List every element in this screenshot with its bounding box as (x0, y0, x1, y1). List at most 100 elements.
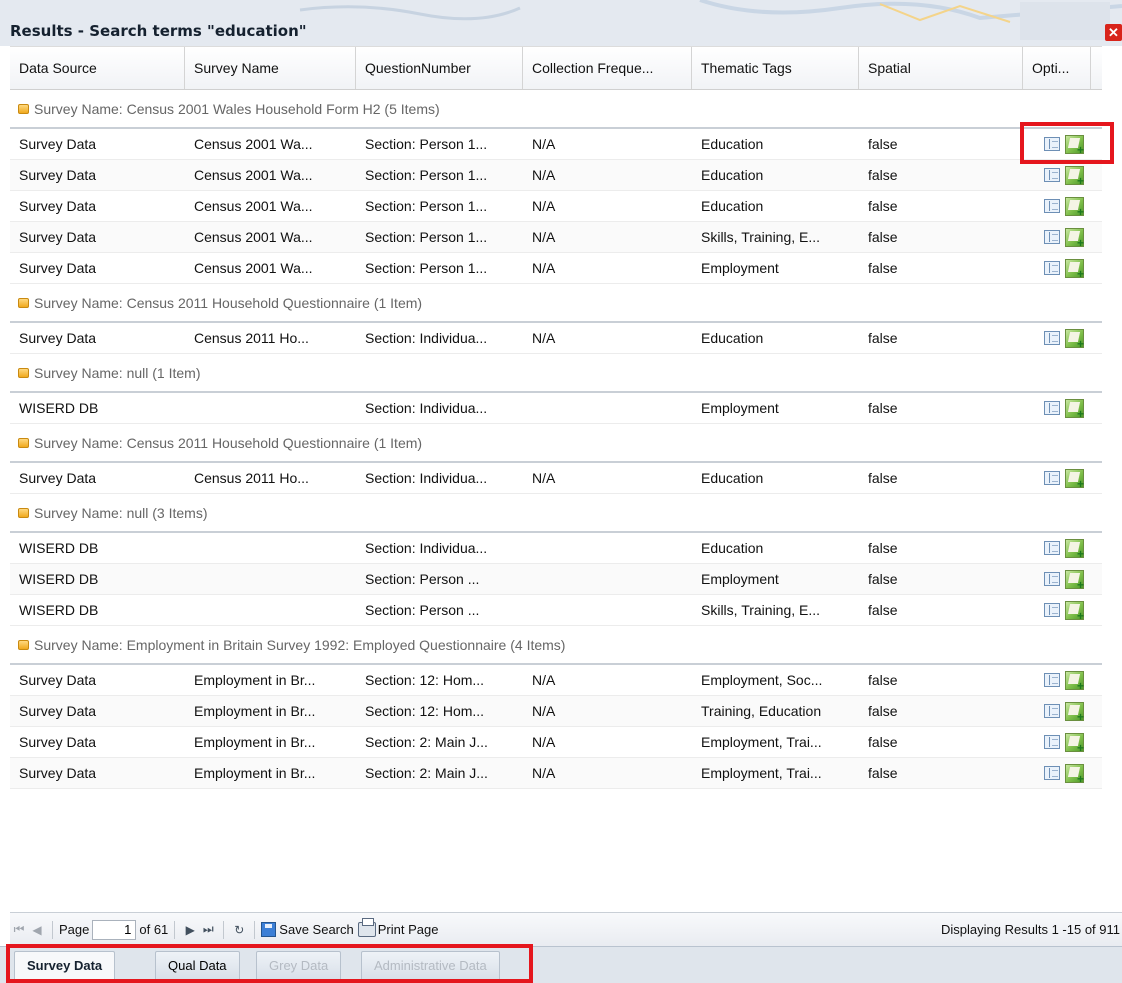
group-header[interactable]: Survey Name: null (1 Item) (10, 354, 1102, 393)
column-header[interactable]: Opti... (1023, 47, 1091, 89)
table-row[interactable]: Survey Data Census 2001 Wa... Section: Per… (10, 191, 1102, 222)
table-cell: Section: Person ... (365, 602, 480, 618)
save-search-button[interactable]: Save Search (261, 922, 354, 937)
table-cell: N/A (532, 198, 556, 214)
table-cell: Survey Data (19, 703, 97, 719)
table-row[interactable]: Survey Data Census 2001 Wa... Section: Per… (10, 129, 1102, 160)
column-header[interactable]: Survey Name (185, 47, 356, 89)
collapse-group-icon[interactable] (18, 437, 29, 448)
view-details-icon[interactable] (1044, 541, 1060, 555)
table-cell: Section: 12: Hom... (365, 703, 485, 719)
tab-grey-data: Grey Data (256, 951, 342, 980)
group-header[interactable]: Survey Name: Census 2011 Household Quest… (10, 424, 1102, 463)
view-details-icon[interactable] (1044, 572, 1060, 586)
view-details-icon[interactable] (1044, 766, 1060, 780)
grid-body: Survey Name: Census 2001 Wales Household… (10, 90, 1102, 789)
column-header[interactable]: Thematic Tags (692, 47, 859, 89)
table-row[interactable]: Survey Data Employment in Br... Section: 1… (10, 696, 1102, 727)
add-to-map-icon[interactable] (1065, 258, 1084, 278)
table-row[interactable]: Survey Data Census 2001 Wa... Section: Per… (10, 222, 1102, 253)
table-row[interactable]: WISERD DB Section: Individua... Education f… (10, 533, 1102, 564)
column-header[interactable]: QuestionNumber (356, 47, 523, 89)
view-details-icon[interactable] (1044, 401, 1060, 415)
collapse-group-icon[interactable] (18, 639, 29, 650)
group-header[interactable]: Survey Name: null (3 Items) (10, 494, 1102, 533)
tab-qual-data[interactable]: Qual Data (155, 951, 240, 980)
view-details-icon[interactable] (1044, 673, 1060, 687)
table-cell: Survey Data (19, 198, 97, 214)
group-header[interactable]: Survey Name: Employment in Britain Surve… (10, 626, 1102, 665)
close-icon[interactable]: ✕ (1105, 24, 1122, 41)
table-cell: Survey Data (19, 765, 97, 781)
table-row[interactable]: WISERD DB Section: Person ... Employment fa… (10, 564, 1102, 595)
table-row[interactable]: Survey Data Employment in Br... Section: 2… (10, 727, 1102, 758)
add-to-map-icon[interactable] (1065, 600, 1084, 620)
add-to-map-icon[interactable] (1065, 328, 1084, 348)
table-row[interactable]: Survey Data Employment in Br... Section: 1… (10, 665, 1102, 696)
collapse-group-icon[interactable] (18, 367, 29, 378)
group-label: Survey Name: Census 2011 Household Quest… (34, 434, 423, 451)
table-cell: WISERD DB (19, 571, 99, 587)
table-row[interactable]: WISERD DB Section: Person ... Skills, Trai… (10, 595, 1102, 626)
view-details-icon[interactable] (1044, 230, 1060, 244)
view-details-icon[interactable] (1044, 704, 1060, 718)
group-header[interactable]: Survey Name: Census 2001 Wales Household… (10, 90, 1102, 129)
add-to-map-icon[interactable] (1065, 670, 1084, 690)
add-to-map-icon[interactable] (1065, 398, 1084, 418)
table-cell: Section: Person 1... (365, 136, 488, 152)
table-cell: Survey Data (19, 260, 97, 276)
table-row[interactable]: Survey Data Census 2001 Wa... Section: Per… (10, 160, 1102, 191)
view-details-icon[interactable] (1044, 137, 1060, 151)
add-to-map-icon[interactable] (1065, 538, 1084, 558)
add-to-map-icon[interactable] (1065, 763, 1084, 783)
first-page-icon[interactable]: ⏮ (10, 920, 28, 940)
table-cell: false (868, 229, 898, 245)
add-to-map-icon[interactable] (1065, 468, 1084, 488)
view-details-icon[interactable] (1044, 331, 1060, 345)
table-row[interactable]: Survey Data Census 2001 Wa... Section: Per… (10, 253, 1102, 284)
view-details-icon[interactable] (1044, 603, 1060, 617)
table-cell: false (868, 167, 898, 183)
collapse-group-icon[interactable] (18, 297, 29, 308)
table-cell: false (868, 400, 898, 416)
options-cell (1023, 701, 1091, 721)
table-row[interactable]: Survey Data Employment in Br... Section: 2… (10, 758, 1102, 789)
table-cell: Section: Person 1... (365, 198, 488, 214)
add-to-map-icon[interactable] (1065, 732, 1084, 752)
prev-page-icon[interactable]: ◀ (28, 920, 46, 940)
table-row[interactable]: Survey Data Census 2011 Ho... Section: Ind… (10, 463, 1102, 494)
refresh-icon[interactable]: ↻ (230, 920, 248, 940)
next-page-icon[interactable]: ▶ (181, 920, 199, 940)
column-header[interactable]: Collection Freque... (523, 47, 692, 89)
add-to-map-icon[interactable] (1065, 227, 1084, 247)
options-cell (1023, 227, 1091, 247)
table-cell: Census 2011 Ho... (194, 470, 309, 486)
view-details-icon[interactable] (1044, 261, 1060, 275)
add-to-map-icon[interactable] (1065, 165, 1084, 185)
view-details-icon[interactable] (1044, 168, 1060, 182)
tab-survey-data[interactable]: Survey Data (14, 951, 116, 980)
table-cell: N/A (532, 167, 556, 183)
add-to-map-icon[interactable] (1065, 134, 1084, 154)
table-cell: false (868, 198, 898, 214)
view-details-icon[interactable] (1044, 471, 1060, 485)
table-row[interactable]: Survey Data Census 2011 Ho... Section: Ind… (10, 323, 1102, 354)
last-page-icon[interactable]: ⏭ (199, 920, 217, 940)
window-titlebar: Results - Search terms "education" ✕ (0, 0, 1122, 46)
add-to-map-icon[interactable] (1065, 196, 1084, 216)
add-to-map-icon[interactable] (1065, 569, 1084, 589)
group-header[interactable]: Survey Name: Census 2011 Household Quest… (10, 284, 1102, 323)
add-to-map-icon[interactable] (1065, 701, 1084, 721)
view-details-icon[interactable] (1044, 199, 1060, 213)
column-header[interactable]: Data Source (10, 47, 185, 89)
collapse-group-icon[interactable] (18, 507, 29, 518)
table-cell: Section: Individua... (365, 540, 488, 556)
page-number-input[interactable] (92, 919, 137, 940)
table-cell: N/A (532, 765, 556, 781)
table-cell: N/A (532, 703, 556, 719)
table-row[interactable]: WISERD DB Section: Individua... Employment… (10, 393, 1102, 424)
print-page-button[interactable]: Print Page (357, 918, 438, 937)
view-details-icon[interactable] (1044, 735, 1060, 749)
column-header[interactable]: Spatial (859, 47, 1023, 89)
collapse-group-icon[interactable] (18, 103, 29, 114)
